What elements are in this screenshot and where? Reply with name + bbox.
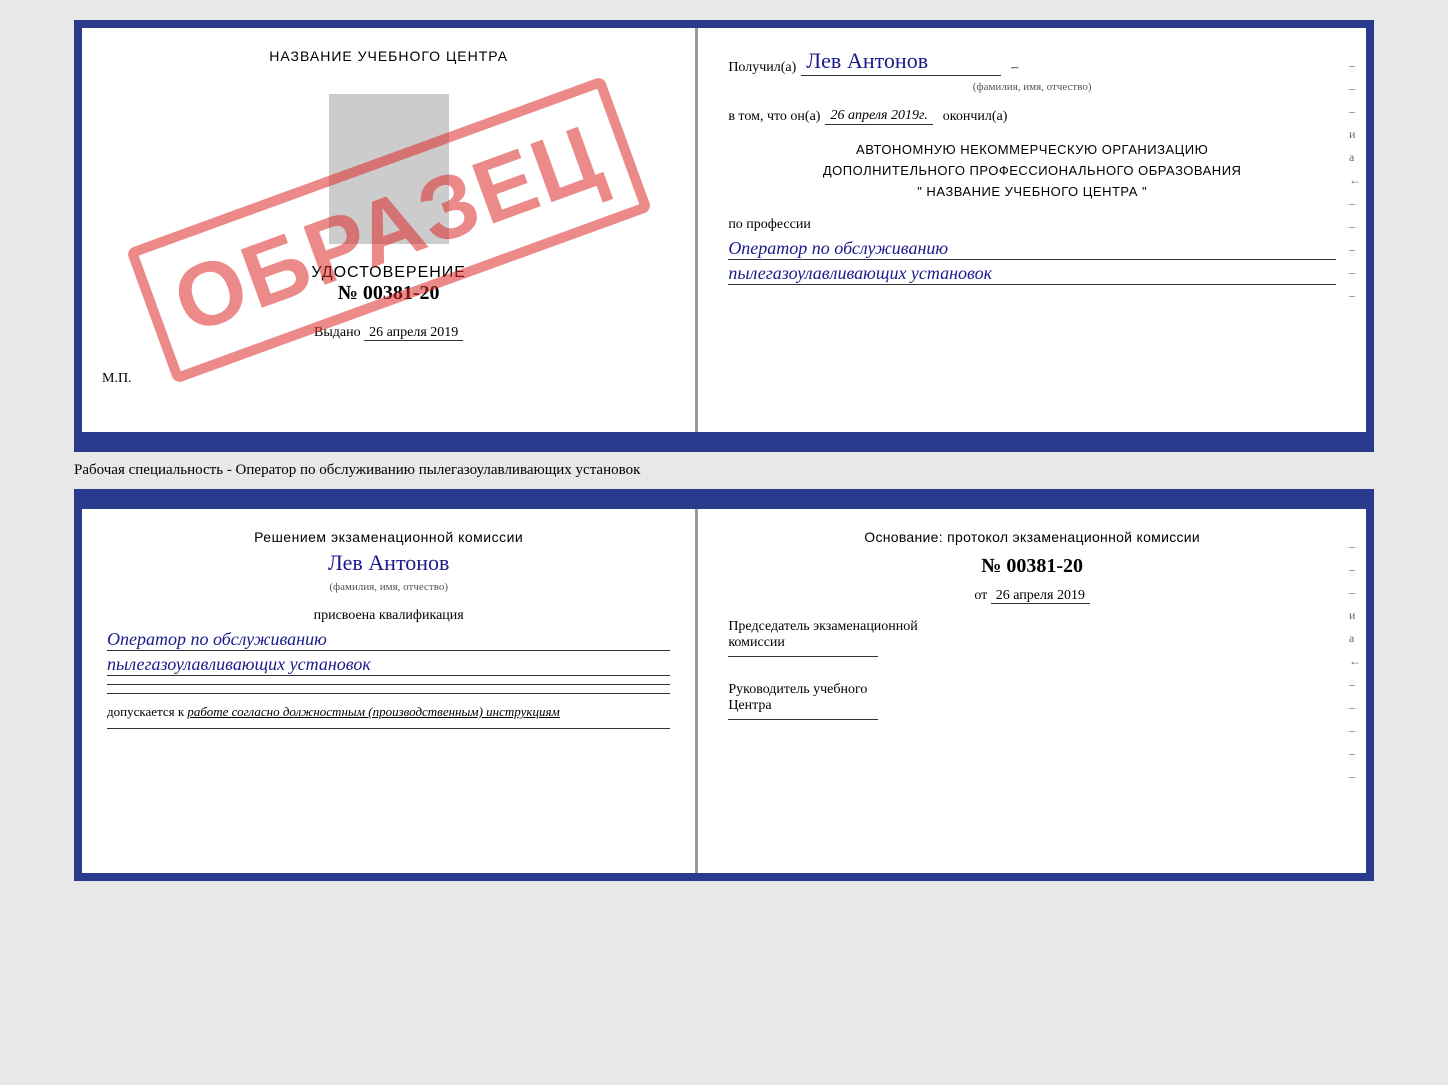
separator-bar-bottom: [74, 489, 1374, 501]
udostoverenie-block: УДОСТОВЕРЕНИЕ № 00381-20: [311, 264, 466, 305]
vydano-line: Выдано 26 апреля 2019: [314, 325, 463, 341]
protocol-number: № 00381-20: [728, 555, 1336, 578]
right-side-marks: – – – и а ← – – – – –: [1349, 58, 1361, 303]
bottom-left-panel: Решением экзаменационной комиссии Лев Ан…: [82, 509, 698, 873]
v-tom-chto-label: в том, что он(а): [728, 109, 820, 125]
profession-line1: Оператор по обслуживанию: [728, 238, 1336, 260]
fio-label-bottom: (фамилия, имя, отчество): [107, 581, 670, 593]
v-tom-chto-line: в том, что он(а) 26 апреля 2019г. окончи…: [728, 108, 1336, 125]
fio-label-top: (фамилия, имя, отчество): [728, 81, 1336, 93]
separator-bar-top: [74, 440, 1374, 452]
vydano-label: Выдано: [314, 325, 361, 340]
org-line1: АВТОНОМНУЮ НЕКОММЕРЧЕСКУЮ ОРГАНИЗАЦИЮ: [728, 140, 1336, 161]
mark6: ←: [1349, 173, 1361, 188]
ot-date: 26 апреля 2019: [991, 588, 1090, 604]
kvali-line2: пылегазоулавливающих установок: [107, 654, 670, 676]
org-line3: " НАЗВАНИЕ УЧЕБНОГО ЦЕНТРА ": [728, 182, 1336, 203]
document-container: НАЗВАНИЕ УЧЕБНОГО ЦЕНТРА УДОСТОВЕРЕНИЕ №…: [74, 20, 1374, 881]
prisvoena-line: присвоена квалификация: [107, 608, 670, 624]
poluchil-line: Получил(а) Лев Антонов –: [728, 48, 1336, 76]
resheniem-line: Решением экзаменационной комиссии: [107, 529, 670, 545]
cert-left-panel: НАЗВАНИЕ УЧЕБНОГО ЦЕНТРА УДОСТОВЕРЕНИЕ №…: [82, 28, 698, 432]
okonchil-label: окончил(а): [943, 109, 1008, 125]
rukovoditel-line2: Центра: [728, 698, 1336, 714]
cert-title: НАЗВАНИЕ УЧЕБНОГО ЦЕНТРА: [269, 48, 508, 64]
mark9: –: [1349, 242, 1361, 257]
vydano-date: 26 апреля 2019: [364, 325, 463, 341]
mark10: –: [1349, 265, 1361, 280]
dopuskaetsya-label: допускается к: [107, 704, 184, 719]
udostoverenie-label: УДОСТОВЕРЕНИЕ: [311, 264, 466, 282]
completion-date: 26 апреля 2019г.: [825, 108, 932, 125]
rukovoditel-sign-line: [728, 719, 878, 720]
bottom-right-panel: Основание: протокол экзаменационной коми…: [698, 509, 1366, 873]
osnov-line: Основание: протокол экзаменационной коми…: [728, 529, 1336, 545]
predsedatel-line2: комиссии: [728, 635, 1336, 651]
profession-line2: пылегазоулавливающих установок: [728, 263, 1336, 285]
kvali-line1: Оператор по обслуживанию: [107, 629, 670, 651]
mark2: –: [1349, 81, 1361, 96]
poluchil-label: Получил(а): [728, 60, 796, 76]
mark11: –: [1349, 288, 1361, 303]
photo-placeholder: [329, 94, 449, 244]
org-line2: ДОПОЛНИТЕЛЬНОГО ПРОФЕССИОНАЛЬНОГО ОБРАЗО…: [728, 161, 1336, 182]
bottom-recipient-name: Лев Антонов: [107, 550, 670, 576]
dopuskaetsya-line: допускается к работе согласно должностны…: [107, 704, 670, 720]
cert-right-panel: Получил(а) Лев Антонов – (фамилия, имя, …: [698, 28, 1366, 432]
rukovoditel-block: Руководитель учебного Центра: [728, 682, 1336, 730]
cert-number: № 00381-20: [311, 282, 466, 305]
rukovoditel-line1: Руководитель учебного: [728, 682, 1336, 698]
bottom-right-side-marks: – – – и а ← – – – – –: [1349, 539, 1361, 784]
recipient-name: Лев Антонов: [801, 48, 1001, 76]
certificate-bottom: Решением экзаменационной комиссии Лев Ан…: [74, 501, 1374, 881]
work-text: работе согласно должностным (производств…: [187, 704, 559, 719]
org-block: АВТОНОМНУЮ НЕКОММЕРЧЕСКУЮ ОРГАНИЗАЦИЮ ДО…: [728, 140, 1336, 202]
po-professii-label: по профессии: [728, 217, 1336, 233]
ot-label: от: [974, 588, 987, 603]
mark4: и: [1349, 127, 1361, 142]
middle-text: Рабочая специальность - Оператор по обсл…: [74, 452, 1374, 489]
predsedatel-block: Председатель экзаменационной комиссии: [728, 619, 1336, 667]
mark8: –: [1349, 219, 1361, 234]
mp-line: М.П.: [102, 371, 132, 387]
mark5: а: [1349, 150, 1361, 165]
certificate-top: НАЗВАНИЕ УЧЕБНОГО ЦЕНТРА УДОСТОВЕРЕНИЕ №…: [74, 20, 1374, 440]
predsedatel-line1: Председатель экзаменационной: [728, 619, 1336, 635]
mark3: –: [1349, 104, 1361, 119]
mark1: –: [1349, 58, 1361, 73]
mark7: –: [1349, 196, 1361, 211]
predsedatel-sign-line: [728, 656, 878, 657]
ot-line: от 26 апреля 2019: [728, 588, 1336, 604]
